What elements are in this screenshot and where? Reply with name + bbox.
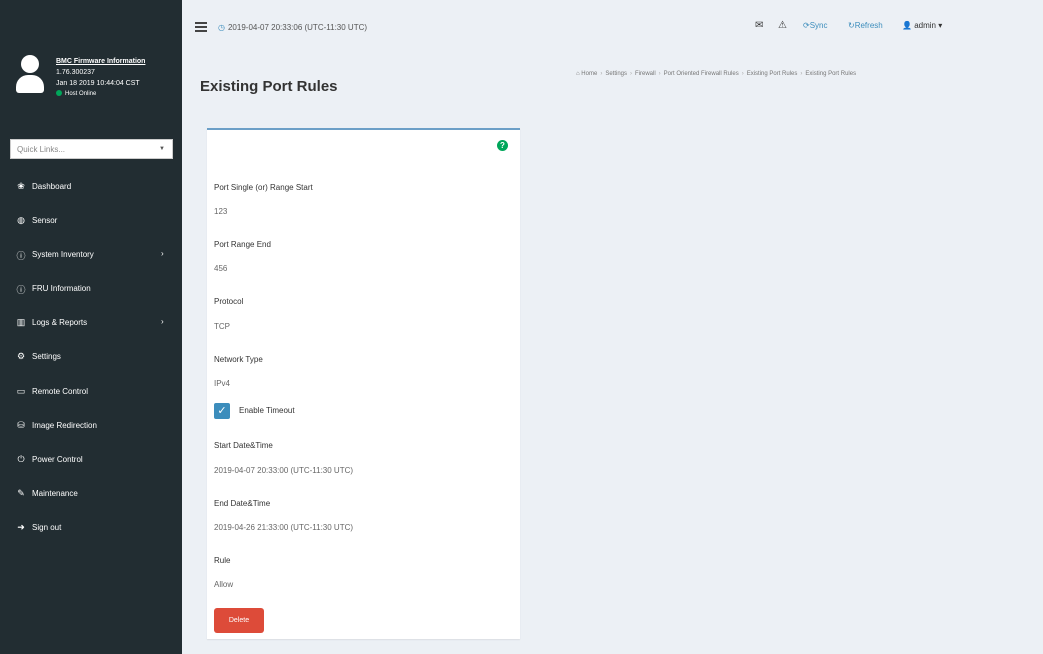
sidebar-item-dashboard[interactable]: ❀ Dashboard [0, 170, 182, 204]
gear-icon: ⚙ [16, 351, 26, 362]
rule-value: Allow [214, 580, 234, 589]
user-icon: 👤 [902, 21, 915, 30]
quick-links-select[interactable]: Quick Links... ▼ [10, 139, 173, 159]
network-type-label: Network Type [214, 355, 263, 364]
rule-label: Rule [214, 556, 231, 565]
sidebar-item-label: Sign out [32, 522, 62, 532]
sidebar-item-fru-information[interactable]: ⓘ FRU Information [0, 272, 182, 306]
sidebar-item-system-inventory[interactable]: ⓘ System Inventory › [0, 238, 182, 272]
sync-label: Sync [809, 21, 828, 30]
sidebar-menu: ❀ Dashboard ◍ Sensor ⓘ System Inventory › ⓘ F… [0, 170, 182, 545]
enable-timeout-label: Enable Timeout [239, 406, 295, 415]
chevron-right-icon: › [161, 249, 164, 259]
port-start-value: 123 [214, 207, 228, 216]
chevron-right-icon: › [161, 317, 164, 327]
clock-icon: ◷ [218, 23, 225, 32]
start-datetime-value: 2019-04-07 20:33:00 (UTC-11:30 UTC) [214, 466, 354, 475]
sidebar-item-maintenance[interactable]: ✎ Maintenance [0, 477, 182, 511]
user-menu[interactable]: 👤 admin ▾ [902, 21, 942, 30]
firmware-info: BMC Firmware Information 1.76.300237 Jan… [56, 56, 178, 100]
sidebar-item-label: Maintenance [32, 488, 78, 498]
end-datetime-value: 2019-04-26 21:33:00 (UTC-11:30 UTC) [214, 523, 354, 532]
sidebar-item-label: Sensor [32, 216, 58, 226]
port-end-value: 456 [214, 264, 228, 273]
sidebar-item-image-redirection[interactable]: ⛁ Image Redirection [0, 409, 182, 443]
warning-icon[interactable]: ⚠ [778, 20, 787, 31]
monitor-icon: ▭ [16, 385, 26, 396]
user-avatar-icon [16, 55, 44, 93]
refresh-button[interactable]: ↻Refresh [848, 21, 883, 30]
sidebar-item-label: Logs & Reports [32, 318, 88, 328]
breadcrumb-firewall[interactable]: Firewall [635, 71, 656, 77]
sidebar-item-label: Settings [32, 352, 61, 362]
sidebar-item-label: System Inventory [32, 250, 94, 260]
power-icon: ⏻ [17, 453, 25, 464]
mail-icon[interactable]: ✉ [755, 20, 763, 31]
info-icon: ⓘ [16, 285, 26, 296]
user-panel: BMC Firmware Information 1.76.300237 Jan… [0, 50, 182, 130]
sidebar-item-sign-out[interactable]: ➜ Sign out [0, 511, 182, 545]
breadcrumb-settings[interactable]: Settings [605, 71, 627, 77]
sidebar-item-logs-reports[interactable]: ▥ Logs & Reports › [0, 306, 182, 340]
help-icon[interactable]: ? [497, 140, 508, 151]
sidebar-item-label: Image Redirection [32, 420, 97, 430]
sidebar-item-power-control[interactable]: ⏻ Power Control [0, 443, 182, 477]
top-navbar: ◷ 2019-04-07 20:33:06 (UTC-11:30 UTC) ✉ ⚠… [182, 0, 1043, 55]
network-type-value: IPv4 [214, 379, 231, 388]
sidebar-item-remote-control[interactable]: ▭ Remote Control [0, 375, 182, 409]
firmware-version: 1.76.300237 [56, 69, 95, 76]
quick-links-placeholder: Quick Links... [17, 145, 66, 154]
sidebar-item-sensor[interactable]: ◍ Sensor [0, 204, 182, 238]
sync-icon: ⟳ [803, 21, 810, 30]
caret-down-icon: ▾ [935, 21, 943, 30]
end-datetime-label: End Date&Time [214, 499, 271, 508]
sync-button[interactable]: ⟳Sync [803, 21, 828, 30]
breadcrumb-port-rules[interactable]: Port Oriented Firewall Rules [664, 71, 739, 77]
sidebar: BMC Firmware Information 1.76.300237 Jan… [0, 0, 182, 654]
breadcrumb-existing-port-rules[interactable]: Existing Port Rules [747, 71, 798, 77]
caret-down-icon: ▼ [159, 146, 165, 152]
port-start-label: Port Single (or) Range Start [214, 183, 313, 192]
firmware-info-link[interactable]: BMC Firmware Information [56, 56, 178, 67]
disk-icon: ⛁ [17, 419, 25, 430]
sidebar-item-label: Remote Control [32, 386, 89, 396]
wrench-icon: ✎ [17, 487, 25, 498]
sign-out-icon: ➜ [17, 521, 25, 532]
nav-datetime: ◷ 2019-04-07 20:33:06 (UTC-11:30 UTC) [218, 23, 367, 32]
datetime-label: 2019-04-07 20:33:06 (UTC-11:30 UTC) [227, 23, 368, 32]
checkmark-icon: ✓ [217, 405, 227, 417]
refresh-icon: ↻ [848, 21, 855, 30]
user-menu-label: admin [914, 21, 936, 30]
menu-toggle-icon[interactable] [195, 22, 207, 32]
protocol-value: TCP [214, 322, 230, 331]
page-title: Existing Port Rules [200, 78, 338, 95]
info-icon: ⓘ [16, 251, 26, 262]
enable-timeout-checkbox[interactable]: ✓ [214, 403, 230, 419]
refresh-label: Refresh [854, 21, 883, 30]
start-datetime-label: Start Date&Time [214, 441, 273, 450]
dashboard-icon: ❀ [17, 181, 25, 191]
breadcrumb-home[interactable]: Home [581, 71, 597, 77]
host-status-label: Host Online [65, 91, 97, 97]
sidebar-item-settings[interactable]: ⚙ Settings [0, 340, 182, 374]
firmware-date: Jan 18 2019 10:44:04 CST [56, 80, 140, 87]
chart-icon: ▥ [16, 317, 26, 328]
breadcrumb: ⌂ Home › Settings › Firewall › Port Oriented F… [576, 71, 857, 77]
sidebar-item-label: Dashboard [32, 182, 72, 191]
protocol-label: Protocol [214, 297, 244, 306]
port-rule-card: ? Port Single (or) Range Start 123 Port … [207, 128, 520, 639]
port-end-label: Port Range End [214, 240, 271, 249]
sensor-icon: ◍ [17, 215, 25, 226]
delete-button[interactable]: Delete [214, 608, 264, 633]
sidebar-item-label: Power Control [32, 454, 83, 464]
breadcrumb-current: Existing Port Rules [805, 71, 857, 77]
status-dot-icon [56, 90, 62, 97]
host-status: Host Online [56, 89, 178, 100]
sidebar-item-label: FRU Information [32, 284, 91, 294]
